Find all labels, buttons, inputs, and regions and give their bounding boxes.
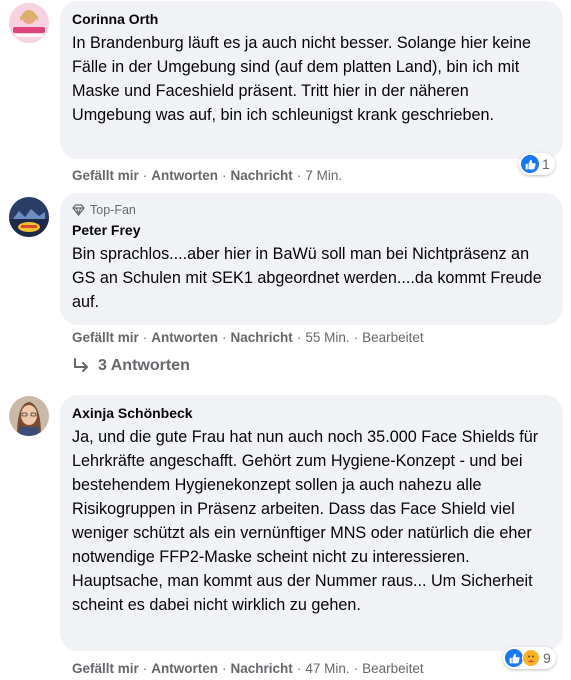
comment-text: In Brandenburg läuft es ja auch nicht be…: [72, 34, 531, 124]
top-fan-badge: Top-Fan: [72, 202, 551, 218]
avatar[interactable]: [9, 3, 49, 43]
like-action[interactable]: Gefällt mir: [72, 330, 139, 345]
comment-text: Bin sprachlos....aber hier in BaWü soll …: [72, 245, 542, 311]
diamond-icon: [72, 204, 85, 216]
message-action[interactable]: Nachricht: [231, 661, 293, 676]
reply-arrow-icon: [74, 358, 88, 372]
like-reaction-icon: [505, 649, 523, 667]
replies-label: 3 Antworten: [98, 357, 190, 374]
reaction-count: 9: [543, 650, 551, 666]
avatar[interactable]: [9, 396, 49, 436]
message-action[interactable]: Nachricht: [231, 168, 293, 183]
author-name[interactable]: Corinna Orth: [72, 10, 551, 28]
timestamp[interactable]: 47 Min.: [305, 661, 349, 676]
reaction-badge[interactable]: 9: [503, 647, 556, 669]
reply-action[interactable]: Antworten: [151, 168, 218, 183]
timestamp[interactable]: 55 Min.: [305, 330, 349, 345]
edited-label: Bearbeitet: [362, 330, 424, 345]
author-name[interactable]: Peter Frey: [72, 221, 551, 239]
reply-action[interactable]: Antworten: [151, 661, 218, 676]
comment-bubble: Corinna Orth In Brandenburg läuft es ja …: [60, 1, 563, 159]
message-action[interactable]: Nachricht: [231, 330, 293, 345]
comment-actions: Gefällt mir · Antworten · Nachricht · 55 Min. ·…: [72, 330, 424, 345]
reply-action[interactable]: Antworten: [151, 330, 218, 345]
care-reaction-icon: [522, 649, 540, 667]
reaction-badge[interactable]: 1: [519, 153, 555, 175]
like-action[interactable]: Gefällt mir: [72, 661, 139, 676]
comment-actions: Gefällt mir · Antworten · Nachricht · 47 Min. ·…: [72, 661, 424, 676]
comment-bubble: Top-Fan Peter Frey Bin sprachlos....aber…: [60, 193, 563, 325]
reaction-count: 1: [542, 156, 550, 172]
like-action[interactable]: Gefällt mir: [72, 168, 139, 183]
edited-label: Bearbeitet: [362, 661, 424, 676]
comment-actions: Gefällt mir · Antworten · Nachricht · 7 Min.: [72, 168, 343, 183]
view-replies-link[interactable]: 3 Antworten: [72, 357, 190, 375]
timestamp[interactable]: 7 Min.: [305, 168, 342, 183]
author-name[interactable]: Axinja Schönbeck: [72, 404, 551, 422]
badge-label: Top-Fan: [90, 203, 136, 217]
like-reaction-icon: [521, 155, 539, 173]
avatar[interactable]: [9, 197, 49, 237]
comment-text: Ja, und die gute Frau hat nun auch noch …: [72, 428, 539, 614]
comment-bubble: Axinja Schönbeck Ja, und die gute Frau h…: [60, 395, 563, 651]
